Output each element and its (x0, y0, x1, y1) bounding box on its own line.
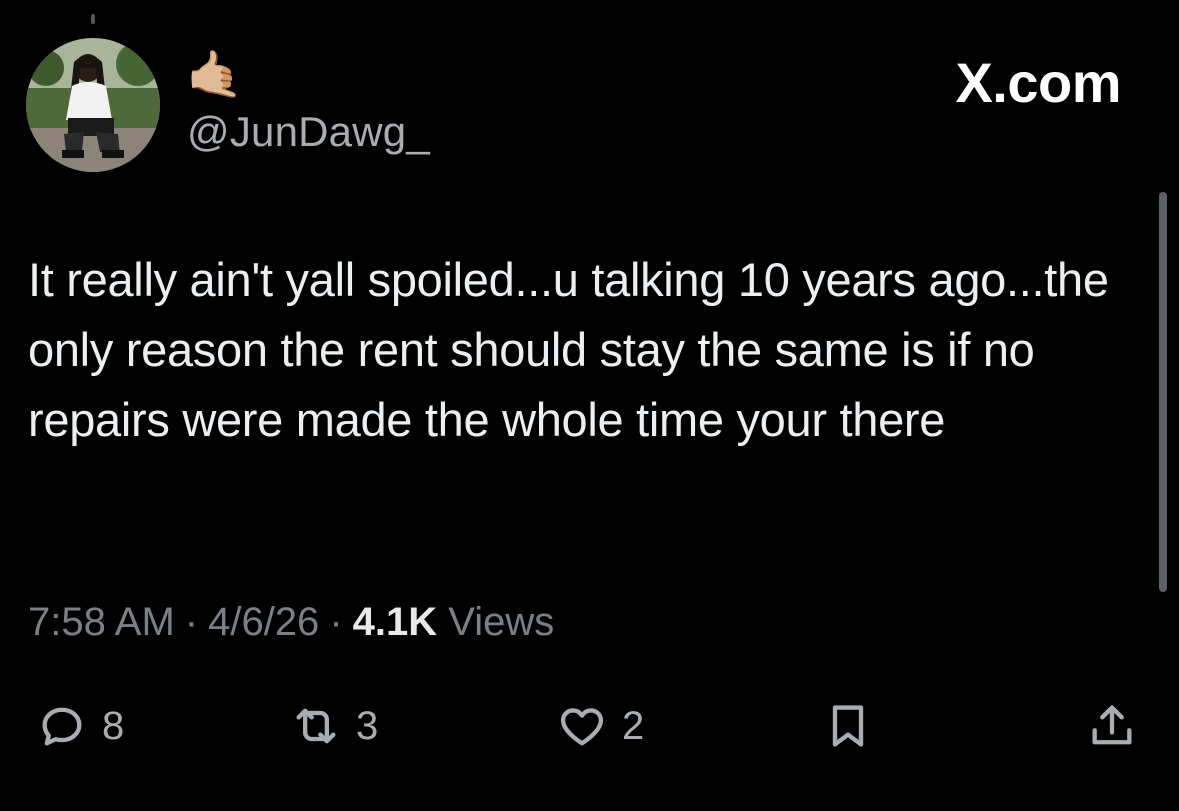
bookmark-button[interactable] (822, 690, 874, 762)
bookmark-icon (832, 705, 864, 747)
repost-count: 3 (356, 703, 379, 748)
tweet-text: It really ain't yall spoiled...u talking… (28, 253, 1109, 446)
scrollbar[interactable] (1159, 192, 1167, 592)
like-icon (560, 708, 604, 746)
reply-count: 8 (102, 703, 125, 748)
reply-button[interactable]: 8 (36, 690, 124, 762)
avatar[interactable] (26, 38, 160, 172)
brand-watermark: X.com (955, 51, 1121, 114)
share-button[interactable] (1086, 690, 1138, 762)
like-count: 2 (622, 703, 645, 748)
share-icon (1092, 705, 1132, 745)
views-label: Views (448, 600, 555, 644)
action-bar: 8 3 2 (0, 690, 1179, 770)
reply-icon (42, 707, 82, 746)
tweet-time: 7:58 AM (28, 600, 175, 644)
hand-emoji: 🤙🏼 (186, 47, 244, 101)
scroll-indicator-tick (91, 14, 95, 24)
like-button[interactable]: 2 (556, 690, 644, 762)
separator-dot: · (184, 600, 199, 644)
repost-icon (296, 708, 336, 744)
user-handle[interactable]: @JunDawg_ (187, 108, 430, 156)
separator-dot: · (329, 600, 343, 644)
views-count: 4.1K (352, 600, 438, 644)
repost-button[interactable]: 3 (290, 690, 378, 762)
avatar-photo (26, 38, 160, 172)
tweet-meta: 7:58 AM · 4/6/26 · 4.1K Views (28, 600, 554, 645)
tweet-date: 4/6/26 (208, 600, 320, 644)
